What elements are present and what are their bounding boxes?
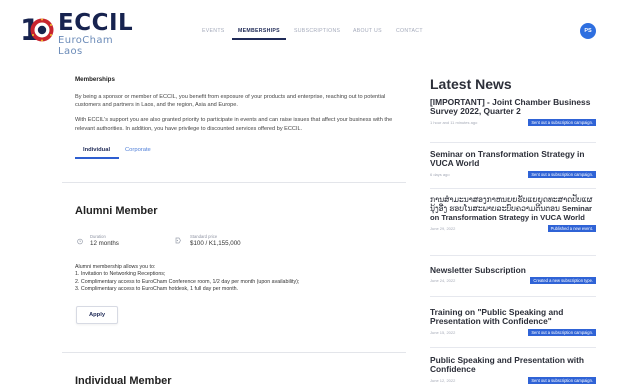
intro-paragraph-1: By being a sponsor or member of ECCIL, y… (75, 94, 386, 109)
tab-individual[interactable]: Individual (83, 147, 110, 153)
news-item[interactable]: Public Speaking and Presentation with Co… (430, 355, 596, 385)
alumni-benefits: Alumni membership allows you to: 1. Invi… (75, 264, 395, 293)
section-title: Memberships (75, 76, 115, 83)
news-divider (430, 188, 596, 189)
logo-ten-stars-icon: 1 (20, 13, 54, 47)
section-divider (62, 352, 406, 353)
news-date: 1 hour and 11 minutes ago (430, 119, 478, 125)
price-tag-icon (175, 237, 181, 244)
membership-tabs: Individual Corporate (75, 145, 195, 159)
news-divider (430, 296, 596, 297)
news-divider (430, 347, 596, 348)
news-item[interactable]: [IMPORTANT] - Joint Chamber Business Sur… (430, 97, 596, 127)
nav-active-underline (232, 38, 286, 40)
benefit-item: 3. Complimentary access to EuroCham hotd… (75, 285, 239, 292)
eccil-logo[interactable]: 1 ECCIL EuroCham Laos (20, 10, 134, 57)
nav-events[interactable]: EVENTS (202, 28, 225, 34)
benefit-item: 2. Complimentary access to EuroCham Conf… (75, 278, 300, 285)
apply-button[interactable]: Apply (76, 306, 118, 324)
duration-label: Duration (90, 234, 106, 239)
news-item[interactable]: Newsletter Subscription June 24, 2022 Cr… (430, 265, 596, 285)
news-badge: Sent out a subscription campaign. (528, 376, 596, 384)
news-badge: Sent out a subscription campaign. (528, 118, 596, 126)
news-item[interactable]: Training on "Public Speaking and Present… (430, 307, 596, 337)
news-item[interactable]: Seminar on Transformation Strategy in VU… (430, 149, 596, 179)
section-divider (62, 182, 406, 183)
site-header: 1 ECCIL EuroCham Laos EVENTS MEMBERSHIPS… (0, 0, 622, 62)
nav-memberships[interactable]: MEMBERSHIPS (238, 28, 280, 34)
news-badge: Published a new event. (547, 224, 596, 232)
news-date: June 15, 2022 (430, 329, 456, 335)
news-date: June 29, 2022 (430, 225, 456, 231)
news-title[interactable]: [IMPORTANT] - Joint Chamber Business Sur… (430, 97, 596, 117)
user-avatar[interactable]: PS (580, 23, 596, 39)
benefits-intro: Alumni membership allows you to: (75, 264, 156, 270)
news-date: June 12, 2022 (430, 377, 456, 383)
individual-member-title: Individual Member (75, 375, 172, 387)
nav-subscriptions[interactable]: SUBSCRIPTIONS (294, 28, 340, 34)
duration-value: 12 months (90, 240, 119, 247)
news-title[interactable]: Training on "Public Speaking and Present… (430, 307, 596, 327)
news-title[interactable]: ການສຳມະນາສອງກາຫນຍຍຮັບແຍຍຸດທະສາດປັບແຜນຸ້ງ… (430, 195, 596, 223)
news-divider (430, 255, 596, 256)
nav-about-us[interactable]: ABOUT US (353, 28, 382, 34)
alumni-member-title: Alumni Member (75, 205, 158, 217)
memberships-intro: Memberships By being a sponsor or member… (75, 76, 410, 159)
news-title[interactable]: Newsletter Subscription (430, 265, 596, 275)
news-divider (430, 142, 596, 143)
news-badge: Sent out a subscription campaign. (528, 328, 596, 336)
news-badge: Created a new subscription type. (530, 277, 596, 285)
price-value: $100 / K1,155,000 (190, 240, 241, 247)
news-title[interactable]: Seminar on Transformation Strategy in VU… (430, 149, 596, 169)
latest-news-heading: Latest News (430, 76, 512, 92)
news-date: 6 days ago (430, 171, 450, 177)
news-title[interactable]: Public Speaking and Presentation with Co… (430, 355, 596, 375)
clock-icon (77, 238, 83, 245)
benefit-item: 1. Invitation to Networking Receptions; (75, 271, 166, 278)
news-badge: Sent out a subscription campaign. (528, 170, 596, 178)
news-item[interactable]: ການສຳມະນາສອງກາຫນຍຍຮັບແຍຍຸດທະສາດປັບແຜນຸ້ງ… (430, 195, 596, 233)
logo-subtitle: EuroCham Laos (58, 35, 114, 57)
tab-corporate[interactable]: Corporate (125, 147, 151, 153)
price-label: Standard price (190, 234, 218, 239)
nav-contact[interactable]: CONTACT (396, 28, 423, 34)
intro-paragraph-2: With ECCIL's support you are also grante… (75, 117, 393, 132)
news-date: June 24, 2022 (430, 278, 456, 284)
tab-active-underline (75, 157, 119, 159)
logo-wordmark: ECCIL (58, 10, 134, 36)
